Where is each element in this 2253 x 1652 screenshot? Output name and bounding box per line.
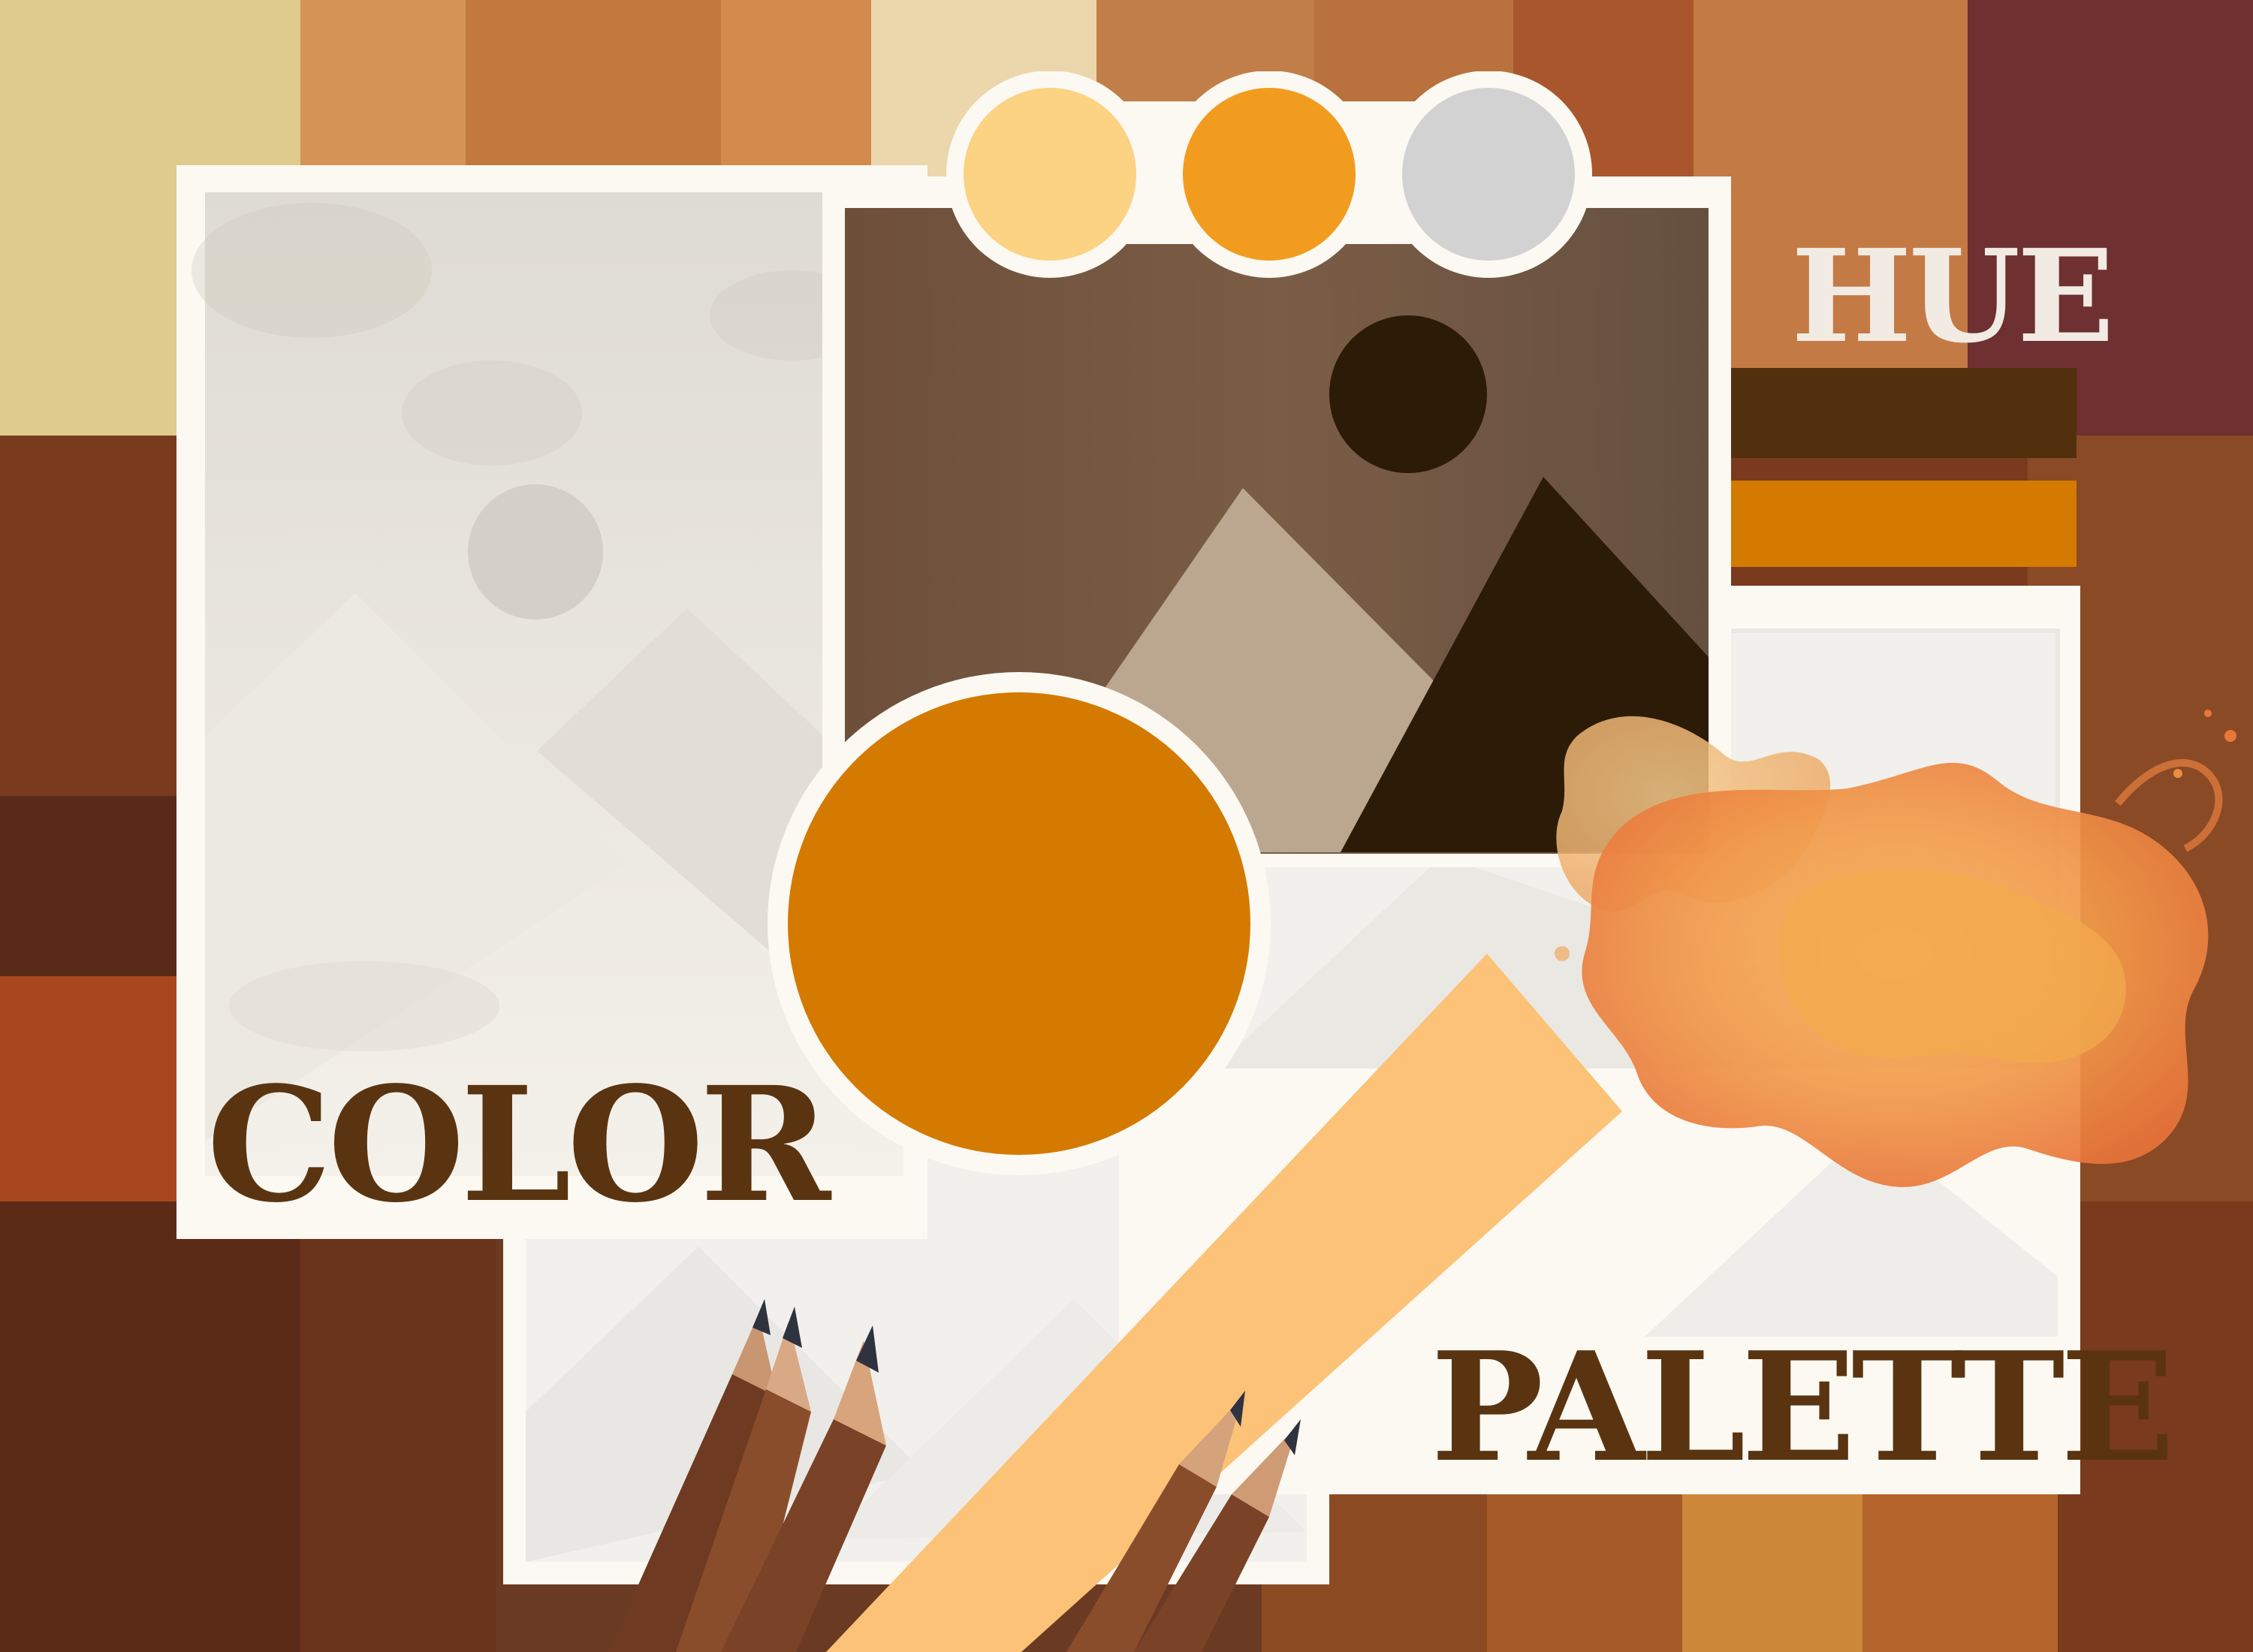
pencils-left bbox=[586, 1194, 1066, 1652]
amber-swatch-bar bbox=[1731, 481, 2077, 567]
palette-title: PALETTE bbox=[1431, 1319, 2175, 1496]
paint-splash-icon bbox=[1532, 668, 2253, 1269]
dark-brown-swatch-bar bbox=[1731, 368, 2077, 458]
swatch-row bbox=[946, 71, 1600, 282]
pencil-icon bbox=[1066, 1391, 1301, 1652]
hue-title: HUE bbox=[1791, 222, 2114, 372]
pencils-right bbox=[1044, 1382, 1344, 1652]
pencil-icon bbox=[608, 1299, 886, 1652]
